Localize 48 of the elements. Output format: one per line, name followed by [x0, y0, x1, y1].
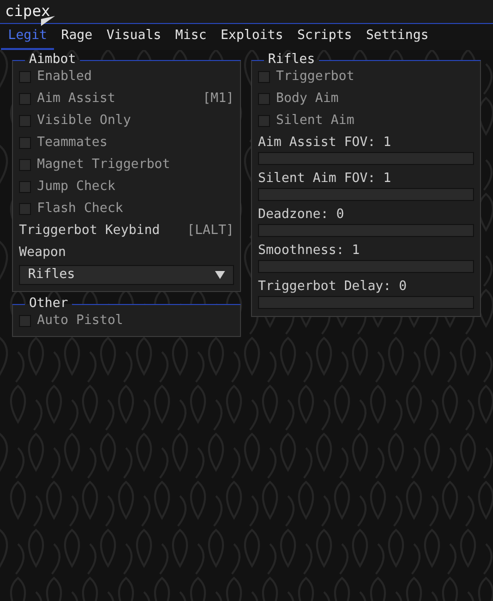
checkbox[interactable]: [19, 71, 31, 83]
checkbox-label: Flash Check: [37, 200, 124, 218]
checkbox[interactable]: [258, 93, 270, 105]
slider-label: Smoothness: 1: [258, 242, 361, 260]
tab[interactable]: Exploits: [214, 24, 290, 50]
checkbox[interactable]: [19, 115, 31, 127]
checkbox[interactable]: [258, 115, 270, 127]
tab[interactable]: Misc: [168, 24, 214, 50]
checkbox-label: Jump Check: [37, 178, 116, 196]
checkbox-label: Magnet Triggerbot: [37, 156, 170, 174]
group-title: Rifles: [267, 54, 316, 66]
checkbox-label: Silent Aim: [276, 112, 354, 130]
tab[interactable]: Scripts: [290, 24, 359, 50]
checkbox-label: Enabled: [37, 68, 92, 86]
checkbox[interactable]: [19, 203, 31, 215]
slider-track[interactable]: [258, 188, 474, 201]
slider-label: Aim Assist FOV: 1: [258, 134, 392, 152]
keybind-title: Triggerbot Keybind: [19, 222, 160, 240]
checkbox[interactable]: [258, 71, 270, 83]
checkbox[interactable]: [19, 159, 31, 171]
group-title: Other: [28, 298, 70, 310]
slider-track[interactable]: [258, 224, 474, 237]
checkbox[interactable]: [19, 181, 31, 193]
tab[interactable]: Visuals: [99, 24, 168, 50]
tab[interactable]: Rage: [54, 24, 100, 50]
checkbox-label: Teammates: [37, 134, 108, 152]
window-title: cipex: [5, 1, 50, 22]
checkbox-label: Auto Pistol: [37, 312, 124, 330]
checkbox-label: Visible Only: [37, 112, 131, 130]
slider-track[interactable]: [258, 260, 474, 273]
slider-track[interactable]: [258, 296, 474, 309]
checkbox-label: Triggerbot: [276, 68, 354, 86]
slider-label: Silent Aim FOV: 1: [258, 170, 392, 188]
slider-label: Triggerbot Delay: 0: [258, 278, 408, 296]
tab[interactable]: Settings: [358, 24, 436, 50]
group-title: Aimbot: [28, 54, 77, 66]
field-label: Weapon: [19, 244, 66, 262]
keybind-label[interactable]: [M1]: [202, 89, 234, 109]
checkbox[interactable]: [19, 315, 31, 327]
slider-track[interactable]: [258, 152, 474, 165]
checkbox-label: Body Aim: [276, 90, 339, 108]
weapon-dropdown[interactable]: Rifles: [19, 265, 234, 285]
caret-icon: [215, 271, 225, 279]
checkbox[interactable]: [19, 137, 31, 149]
slider-label: Deadzone: 0: [258, 206, 346, 224]
checkbox-label: Aim Assist: [37, 90, 116, 108]
checkbox[interactable]: [19, 93, 31, 105]
keybind-label[interactable]: [LALT]: [187, 221, 234, 241]
